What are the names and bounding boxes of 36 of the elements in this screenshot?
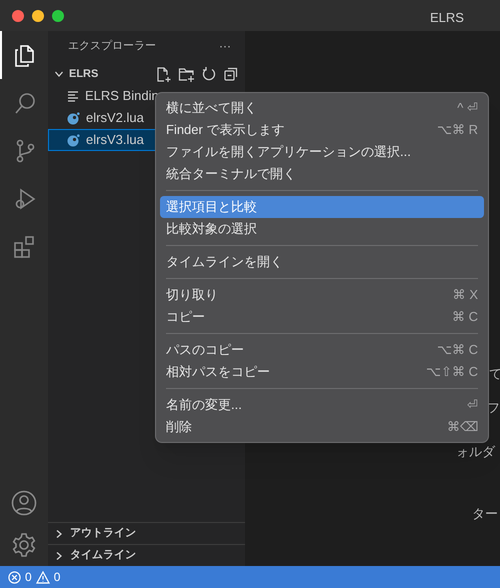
gear-icon[interactable]	[11, 532, 37, 558]
refresh-icon[interactable]	[201, 66, 217, 82]
menu-item[interactable]: タイムラインを開く	[160, 251, 484, 273]
menu-item[interactable]: 切り取り ⌘ X	[160, 284, 484, 306]
collapse-icon[interactable]	[223, 66, 239, 82]
chevron-icon[interactable]	[54, 550, 64, 560]
chevron-icon[interactable]	[54, 69, 64, 79]
panel-header[interactable]: アウトライン	[48, 522, 245, 544]
menu-item[interactable]: 削除 ⌘⌫	[160, 416, 484, 438]
window-title: ELRS	[430, 9, 464, 27]
text-file-icon	[67, 90, 79, 102]
moon-icon	[67, 134, 80, 146]
new-file-icon[interactable]	[155, 66, 172, 82]
editor-text: フ	[487, 399, 500, 417]
menu-item[interactable]: 統合ターミナルで開く	[160, 163, 484, 185]
more-actions[interactable]: ···	[219, 37, 231, 55]
sidebar-title: エクスプローラー	[68, 38, 156, 54]
menu-item[interactable]: 名前の変更... ⏎	[160, 394, 484, 416]
account-icon[interactable]	[11, 490, 37, 516]
menu-item[interactable]: 選択項目と比較	[160, 196, 484, 218]
menu-item[interactable]: 比較対象の選択	[160, 218, 484, 240]
new-folder-icon[interactable]	[178, 66, 195, 82]
menu-item[interactable]: コピー ⌘ C	[160, 306, 484, 328]
editor-text: ォルダ	[456, 443, 495, 461]
warning-icon[interactable]	[36, 570, 50, 584]
menu-item[interactable]: 相対パスをコピー ⌥⇧⌘ C	[160, 361, 484, 383]
editor-text: ター	[472, 505, 498, 523]
chevron-icon[interactable]	[54, 528, 64, 538]
folder-name[interactable]: ELRS	[69, 66, 98, 82]
warning-count[interactable]: 0	[54, 568, 60, 586]
menu-item[interactable]: パスのコピー ⌥⌘ C	[160, 339, 484, 361]
error-icon[interactable]	[8, 570, 21, 584]
moon-icon	[67, 112, 80, 124]
menu-item[interactable]: 横に並べて開く ^ ⏎	[160, 97, 484, 119]
editor-text: て	[489, 365, 500, 383]
error-count[interactable]: 0	[25, 568, 32, 586]
